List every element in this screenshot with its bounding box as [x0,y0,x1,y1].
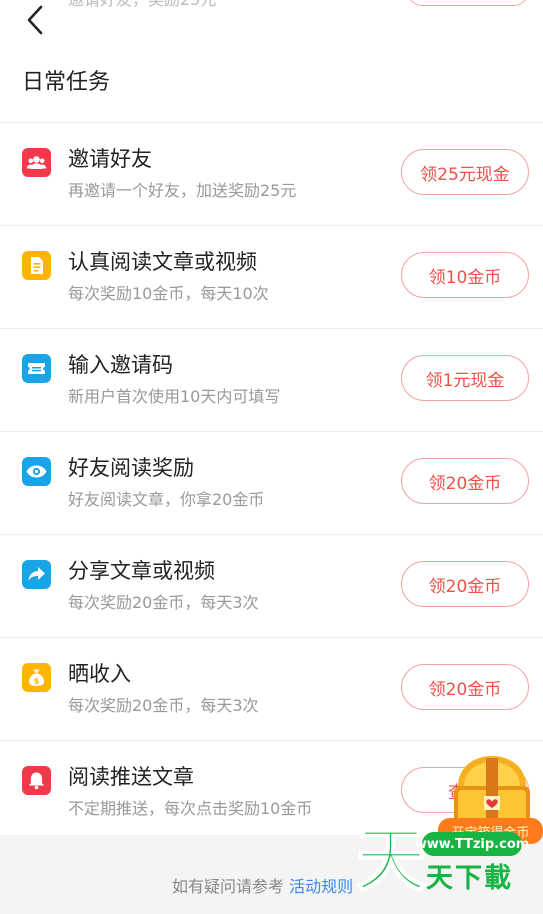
task-description: 每次奖励10金币，每天10次 [68,284,269,303]
task-title: 认真阅读文章或视频 [68,250,257,274]
task-title: 晒收入 [68,662,131,686]
task-row-share: 分享文章或视频 每次奖励20金币，每天3次 领20金币 [0,534,543,637]
svg-text:$: $ [34,677,40,686]
claim-cash-button[interactable]: 领25元现金 [401,149,529,195]
footer-text: 如有疑问请参考 [172,877,285,896]
claim-coins-button[interactable]: 领20金币 [401,664,529,710]
footer-note: 如有疑问请参考 活动规则 [172,873,353,897]
task-description: 新用户首次使用10天内可填写 [68,387,281,406]
task-row-read-articles: 认真阅读文章或视频 每次奖励10金币，每天10次 领10金币 [0,225,543,328]
task-description: 每次奖励20金币，每天3次 [68,696,259,715]
task-row-invite-friends: 邀请好友 再邀请一个好友，加送奖励25元 领25元现金 [0,122,543,225]
task-list: 邀请好友 再邀请一个好友，加送奖励25元 领25元现金 认真阅读文章或视频 每次… [0,122,543,843]
back-button[interactable] [22,4,52,36]
task-title: 邀请好友 [68,147,152,171]
cut-off-text: 邀请好友，奖励25元 [68,0,216,10]
ticket-icon [22,354,51,383]
task-title: 分享文章或视频 [68,559,215,583]
task-description: 每次奖励20金币，每天3次 [68,593,259,612]
bell-icon [22,766,51,795]
task-row-show-income: $ 晒收入 每次奖励20金币，每天3次 领20金币 [0,637,543,740]
task-description: 不定期推送，每次点击奖励10金币 [68,799,313,818]
claim-coins-button[interactable]: 领10金币 [401,252,529,298]
document-icon [22,251,51,280]
task-row-invite-code: 输入邀请码 新用户首次使用10天内可填写 领1元现金 [0,328,543,431]
top-bar: 邀请好友，奖励25元 [0,0,543,40]
watermark-logo: 天 [352,822,430,892]
task-title: 阅读推送文章 [68,765,194,789]
chevron-left-icon [27,5,43,35]
claim-cash-button[interactable]: 领1元现金 [401,355,529,401]
claim-coins-button[interactable]: 领20金币 [401,458,529,504]
eye-icon [22,457,51,486]
share-icon [22,560,51,589]
cut-off-button[interactable] [408,0,528,6]
svg-text:天: 天 [356,822,426,892]
claim-coins-button[interactable]: 领20金币 [401,561,529,607]
task-description: 再邀请一个好友，加送奖励25元 [68,181,297,200]
page-title: 日常任务 [22,70,111,95]
activity-rules-link[interactable]: 活动规则 [289,877,353,896]
watermark-text: 天下載 [426,863,513,894]
task-title: 好友阅读奖励 [68,456,194,480]
task-row-friend-reading: 好友阅读奖励 好友阅读文章，你拿20金币 领20金币 [0,431,543,534]
money-bag-icon: $ [22,663,51,692]
task-description: 好友阅读文章，你拿20金币 [68,490,265,509]
watermark-url: www.TTzip.com [415,832,529,856]
friends-icon [22,148,51,177]
task-title: 输入邀请码 [68,353,173,377]
